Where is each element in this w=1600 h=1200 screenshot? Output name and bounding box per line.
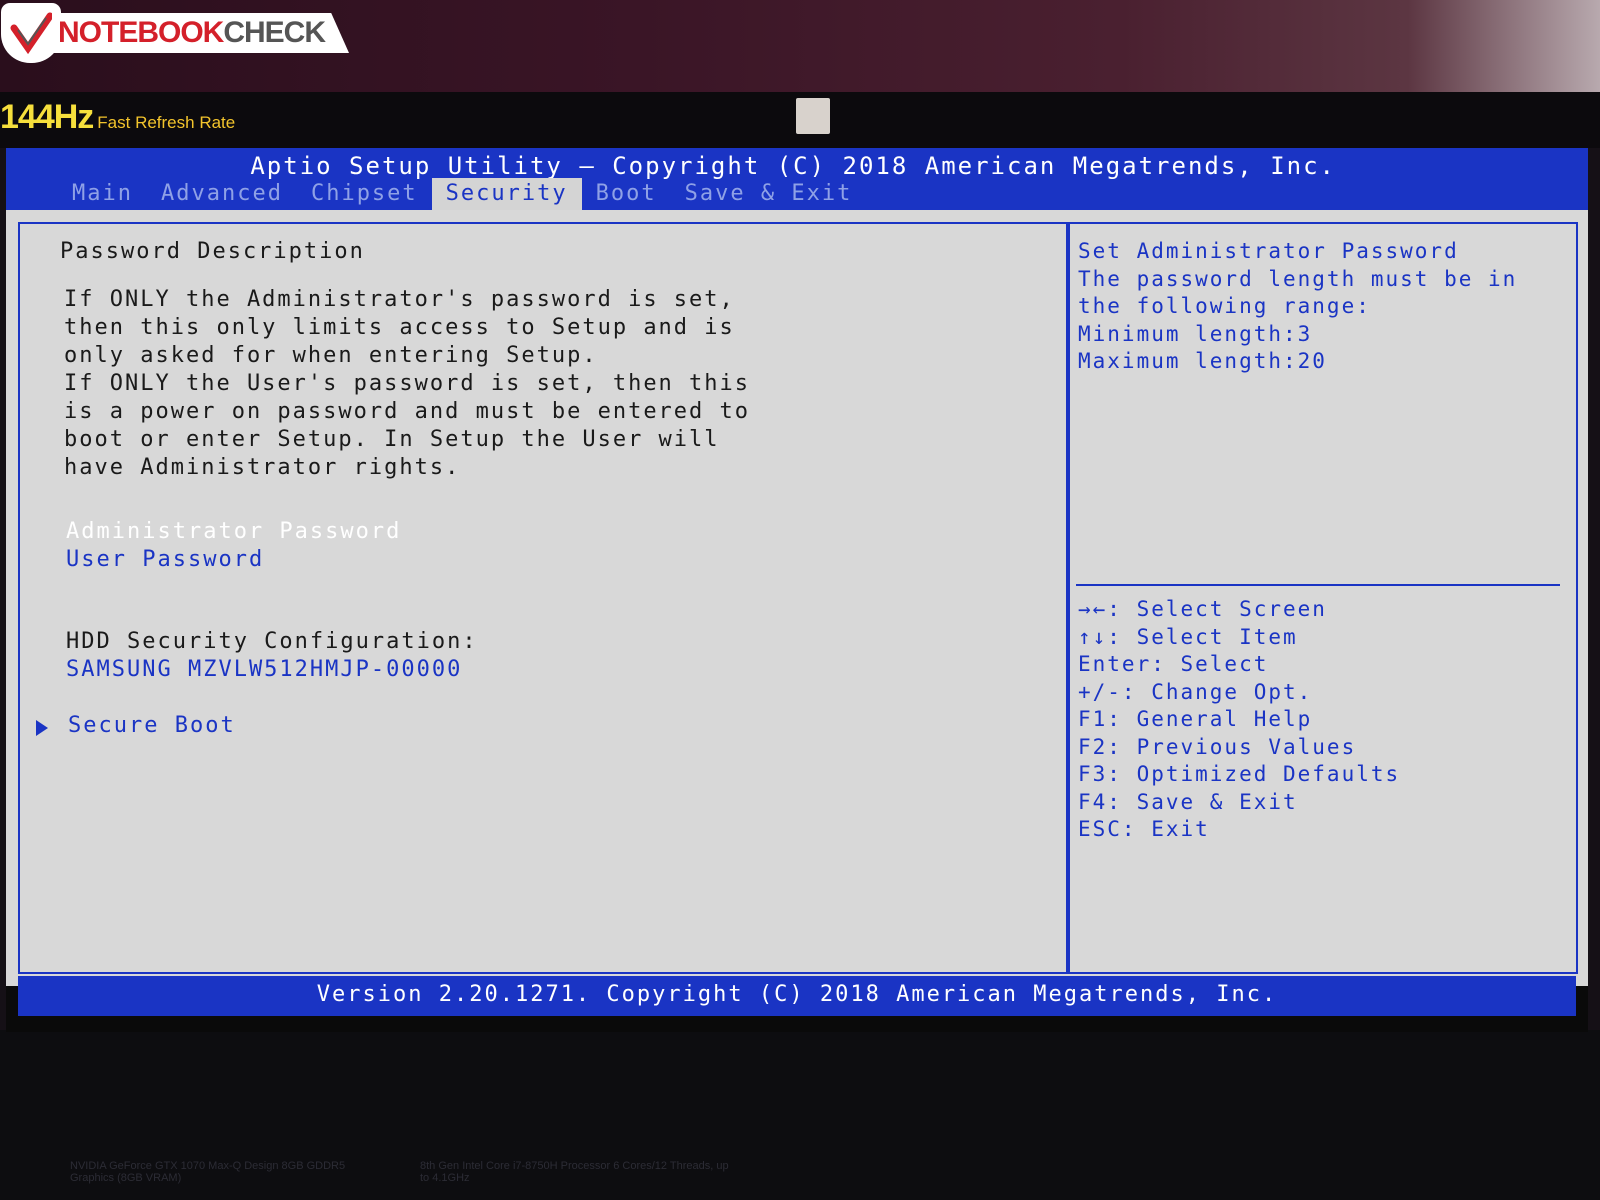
secure-boot-item[interactable]: Secure Boot [68,712,236,740]
description-line: If ONLY the Administrator's password is … [64,287,735,312]
gpu-sticker: NVIDIA GeForce GTX 1070 Max-Q Design 8GB… [70,1160,346,1184]
key-hint: ↑↓: Select Item [1078,624,1298,649]
refresh-rate-badge: 144Hz Fast Refresh Rate [0,98,235,137]
settings-pane: Password Description If ONLY the Adminis… [18,222,1068,974]
description-line: only asked for when entering Setup. [64,343,598,368]
submenu-arrow-icon [36,720,48,736]
key-hint: F1: General Help [1078,707,1313,731]
version-text: Version 2.20.1271. Copyright (C) 2018 Am… [316,982,1278,1007]
webcam-icon [796,98,830,134]
tab-save-exit[interactable]: Save & Exit [671,178,867,210]
logo-wordmark: NOTEBOOK CHECK [52,13,350,53]
help-line: Set Administrator Password [1078,239,1459,263]
administrator-password-item[interactable]: Administrator Password [66,518,401,546]
refresh-rate-number: 144Hz [0,98,94,136]
bios-title: Aptio Setup Utility – Copyright (C) 2018… [250,152,1336,180]
tab-chipset[interactable]: Chipset [297,178,432,210]
key-hint: →←: Select Screen [1078,597,1327,621]
bios-header: Aptio Setup Utility – Copyright (C) 2018… [6,148,1588,210]
description-line: If ONLY the User's password is set, then… [64,371,751,396]
tab-security[interactable]: Security [431,178,582,210]
key-hint: F4: Save & Exit [1078,789,1298,814]
help-line: Minimum length:3 [1078,321,1313,346]
key-hint: +/-: Change Opt. [1078,679,1313,704]
description-line: have Administrator rights. [64,455,461,480]
user-password-item[interactable]: User Password [66,546,264,574]
tab-main[interactable]: Main [58,178,147,210]
logo-text-red: NOTEBOOK [58,16,224,49]
description-line: is a power on password and must be enter… [64,399,751,424]
bios-screen: Aptio Setup Utility – Copyright (C) 2018… [6,148,1588,1032]
key-hint: F3: Optimized Defaults [1078,762,1401,786]
key-hint: ESC: Exit [1078,817,1210,841]
help-line: The password length must be in [1078,266,1518,291]
key-legend: →←: Select Screen ↑↓: Select Item Enter:… [1078,596,1400,844]
notebookcheck-logo: NOTEBOOK CHECK [4,2,350,64]
section-title: Password Description [60,239,365,264]
tab-boot[interactable]: Boot [582,178,671,210]
password-description: If ONLY the Administrator's password is … [64,286,750,482]
logo-text-grey: CHECK [223,16,326,49]
key-hint: F2: Previous Values [1078,734,1357,759]
help-divider [1076,584,1560,586]
help-line: Maximum length:20 [1078,349,1327,373]
cpu-sticker: 8th Gen Intel Core i7-8750H Processor 6 … [420,1160,729,1184]
hdd-security-label: HDD Security Configuration: [66,629,478,654]
checkmark-icon [4,6,58,60]
hdd-device-item[interactable]: SAMSUNG MZVLW512HMJP-00000 [66,656,462,684]
tab-bar: Main Advanced Chipset Security Boot Save… [58,178,867,210]
refresh-rate-label: Fast Refresh Rate [97,113,236,132]
bios-footer: Version 2.20.1271. Copyright (C) 2018 Am… [18,976,1576,1016]
tab-advanced[interactable]: Advanced [147,178,297,210]
help-pane: Set Administrator Password The password … [1068,222,1578,974]
description-line: then this only limits access to Setup an… [64,315,735,340]
help-line: the following range: [1078,294,1371,318]
item-help: Set Administrator Password The password … [1078,238,1517,376]
key-hint: Enter: Select [1078,652,1269,676]
description-line: boot or enter Setup. In Setup the User w… [64,427,720,452]
bios-content: Password Description If ONLY the Adminis… [6,210,1588,986]
